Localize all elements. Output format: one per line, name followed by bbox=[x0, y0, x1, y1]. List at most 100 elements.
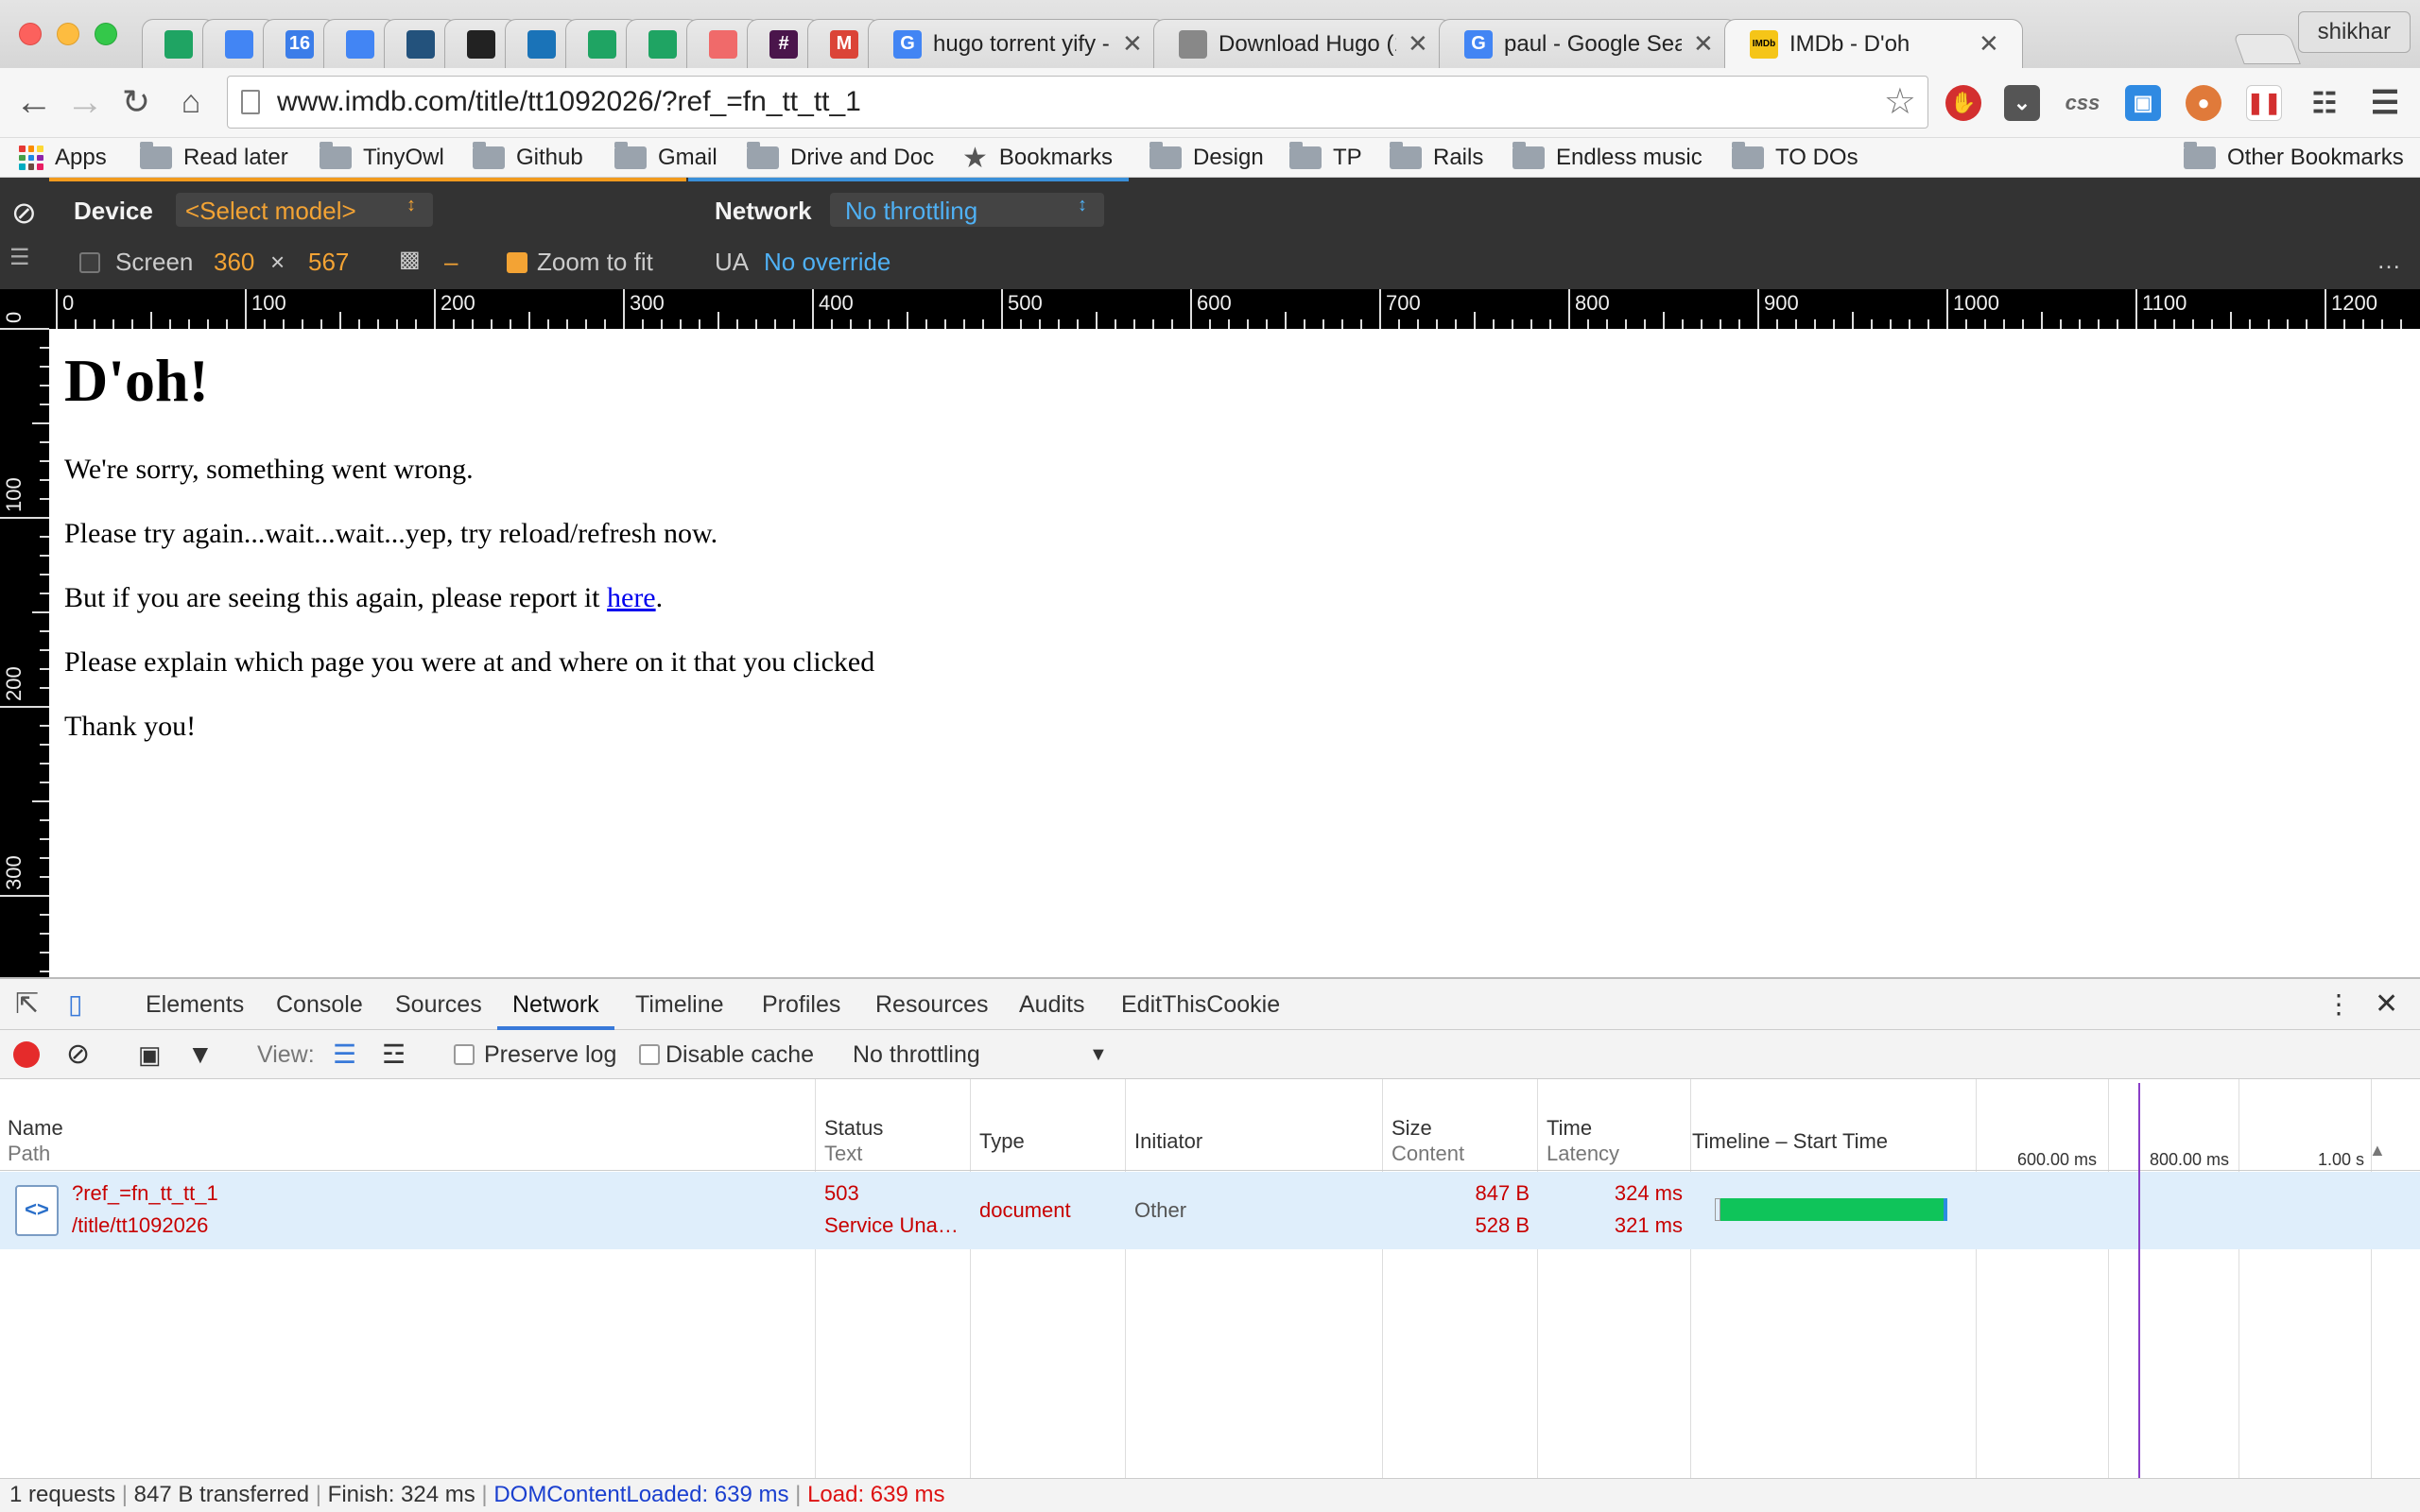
bookmark-item[interactable]: Read later bbox=[140, 138, 288, 178]
request-latency: 321 ms bbox=[1614, 1213, 1683, 1237]
devtools-tab[interactable]: Resources bbox=[875, 979, 989, 1030]
bookmark-label: Gmail bbox=[658, 145, 717, 170]
close-tab-icon[interactable]: ✕ bbox=[1122, 29, 1143, 59]
devtools-tab[interactable]: Elements bbox=[146, 979, 244, 1030]
devtools-menu-icon[interactable]: ⋮ bbox=[2325, 979, 2352, 1030]
explain-paragraph: Please explain which page you were at an… bbox=[64, 646, 875, 678]
folder-icon bbox=[1512, 142, 1545, 169]
clear-icon[interactable]: ⊘ bbox=[66, 1030, 90, 1079]
zoom-to-fit-checkbox[interactable] bbox=[507, 248, 527, 277]
pocket-icon[interactable]: ⌄ bbox=[2004, 85, 2040, 121]
sort-arrow-icon[interactable]: ▲ bbox=[2369, 1138, 2386, 1163]
bookmark-label: Endless music bbox=[1556, 145, 1703, 170]
screenshot-camera-icon[interactable]: ▣ bbox=[138, 1030, 162, 1079]
bookmark-item[interactable]: TinyOwl bbox=[320, 138, 444, 178]
devtools-tab[interactable]: Sources bbox=[395, 979, 482, 1030]
table-row[interactable]: <> ?ref_=fn_tt_tt_1 /title/tt1092026 503… bbox=[0, 1172, 2420, 1249]
folder-icon bbox=[473, 142, 505, 169]
timing-bar[interactable] bbox=[1720, 1198, 1944, 1221]
window-maximize-button[interactable] bbox=[95, 23, 117, 45]
forward-button[interactable]: → bbox=[64, 81, 106, 123]
overview-icon[interactable]: ☲ bbox=[382, 1030, 406, 1079]
select-arrows-icon: ↕ bbox=[406, 195, 416, 215]
timeline-tick-label: 800.00 ms bbox=[2150, 1150, 2230, 1169]
large-rows-icon[interactable]: ☰ bbox=[333, 1030, 356, 1079]
column-header-time[interactable]: Time Latency bbox=[1547, 1115, 1619, 1166]
window-close-button[interactable] bbox=[19, 23, 42, 45]
devtools-tab[interactable]: Console bbox=[276, 979, 363, 1030]
swap-dimensions-icon[interactable]: ▩ bbox=[399, 246, 421, 273]
bookmark-item[interactable]: Apps bbox=[19, 138, 107, 178]
report-paragraph: But if you are seeing this again, please… bbox=[64, 582, 663, 614]
column-header-timeline[interactable]: Timeline – Start Time bbox=[1692, 1128, 1888, 1154]
tower-extension-icon[interactable]: ☷ bbox=[2307, 85, 2342, 121]
column-header-initiator[interactable]: Initiator bbox=[1134, 1128, 1202, 1154]
bookmark-item[interactable]: TP bbox=[1289, 138, 1362, 178]
window-resizer-icon[interactable]: ▣ bbox=[2125, 85, 2161, 121]
preserve-log-checkbox[interactable] bbox=[454, 1030, 475, 1079]
window-minimize-button[interactable] bbox=[57, 23, 79, 45]
browser-tab[interactable]: Ghugo torrent yify - G ✕ bbox=[868, 19, 1167, 68]
pause-extension-icon[interactable]: ❚❚ bbox=[2246, 85, 2282, 121]
devtools-tab[interactable]: Profiles bbox=[762, 979, 840, 1030]
finish-time: Finish: 324 ms bbox=[327, 1482, 475, 1507]
filter-icon[interactable]: ▼ bbox=[187, 1030, 214, 1079]
screen-checkbox[interactable] bbox=[79, 248, 100, 277]
close-devtools-icon[interactable]: ✕ bbox=[2375, 979, 2398, 1030]
menu-icon[interactable]: ☰ bbox=[2367, 85, 2403, 121]
profile-button[interactable]: shikhar bbox=[2297, 11, 2411, 53]
timeline-tick-label: 1.00 s bbox=[2318, 1150, 2365, 1169]
bookmark-item[interactable]: Drive and Doc bbox=[747, 138, 934, 178]
record-button[interactable] bbox=[13, 1041, 40, 1068]
bookmark-item[interactable]: Rails bbox=[1390, 138, 1483, 178]
bookmark-item[interactable]: Gmail bbox=[614, 138, 717, 178]
device-pixel-ratio[interactable]: – bbox=[444, 248, 458, 277]
zoom-to-fit-label: Zoom to fit bbox=[537, 248, 653, 276]
disable-device-mode-icon[interactable]: ⊘ bbox=[11, 195, 37, 231]
disable-cache-checkbox[interactable] bbox=[639, 1030, 660, 1079]
screen-height-input[interactable]: 567 bbox=[308, 248, 349, 277]
close-tab-icon[interactable]: ✕ bbox=[1408, 29, 1428, 59]
bookmark-item[interactable]: Other Bookmarks bbox=[2184, 138, 2404, 178]
bookmark-item[interactable]: Design bbox=[1150, 138, 1264, 178]
ruler-label: 400 bbox=[819, 291, 854, 315]
new-tab-button[interactable] bbox=[2233, 34, 2301, 64]
inspect-element-icon[interactable]: ⇱ bbox=[15, 979, 39, 1030]
user-agent-input[interactable]: No override bbox=[764, 248, 890, 277]
devtools-tab[interactable]: EditThisCookie bbox=[1121, 979, 1280, 1030]
column-header-status[interactable]: Status Text bbox=[824, 1115, 883, 1166]
media-queries-icon[interactable]: ☰ bbox=[9, 244, 30, 271]
devtools-tab[interactable]: Timeline bbox=[635, 979, 724, 1030]
bookmark-item[interactable]: TO DOs bbox=[1732, 138, 1858, 178]
devtools-tab[interactable]: Network bbox=[497, 979, 614, 1030]
bookmark-star-icon[interactable]: ☆ bbox=[1884, 77, 1916, 128]
css-extension-icon[interactable]: css bbox=[2065, 85, 2100, 121]
column-header-name[interactable]: Name Path bbox=[8, 1115, 63, 1166]
status-code: 503 bbox=[824, 1181, 859, 1205]
bookmark-item[interactable]: Github bbox=[473, 138, 583, 178]
bookmark-item[interactable]: Endless music bbox=[1512, 138, 1703, 178]
browser-tab[interactable]: Download Hugo (19 ✕ bbox=[1153, 19, 1452, 68]
address-bar[interactable]: www.imdb.com/title/tt1092026/?ref_=fn_tt… bbox=[227, 76, 1928, 129]
throttling-select[interactable]: No throttling bbox=[853, 1030, 980, 1079]
adblock-icon[interactable]: ✋ bbox=[1945, 85, 1981, 121]
close-tab-icon[interactable]: ✕ bbox=[1979, 29, 1999, 59]
device-mode-icon[interactable]: ▯ bbox=[68, 979, 82, 1030]
bookmark-item[interactable]: ★ Bookmarks bbox=[962, 138, 1113, 178]
tab-list: 16#MGhugo torrent yify - G✕Download Hugo… bbox=[142, 17, 2023, 68]
cookie-icon[interactable]: ● bbox=[2186, 85, 2221, 121]
more-options-icon[interactable]: … bbox=[2377, 246, 2401, 275]
column-header-type[interactable]: Type bbox=[979, 1128, 1025, 1154]
browser-tab[interactable]: Gpaul - Google Searc ✕ bbox=[1439, 19, 1737, 68]
browser-tab[interactable]: IMDb IMDb - D'oh ✕ bbox=[1724, 19, 2023, 68]
request-name[interactable]: ?ref_=fn_tt_tt_1 bbox=[72, 1177, 218, 1210]
column-header-size[interactable]: Size Content bbox=[1392, 1115, 1464, 1166]
reload-button[interactable]: ↻ bbox=[115, 81, 157, 123]
close-tab-icon[interactable]: ✕ bbox=[1693, 29, 1714, 59]
report-link[interactable]: here bbox=[607, 582, 656, 613]
devtools-tab[interactable]: Audits bbox=[1019, 979, 1084, 1030]
back-button[interactable]: ← bbox=[13, 81, 55, 123]
screen-width-input[interactable]: 360 bbox=[214, 248, 254, 277]
home-button[interactable]: ⌂ bbox=[170, 81, 212, 123]
bookmark-label: Rails bbox=[1433, 145, 1484, 170]
